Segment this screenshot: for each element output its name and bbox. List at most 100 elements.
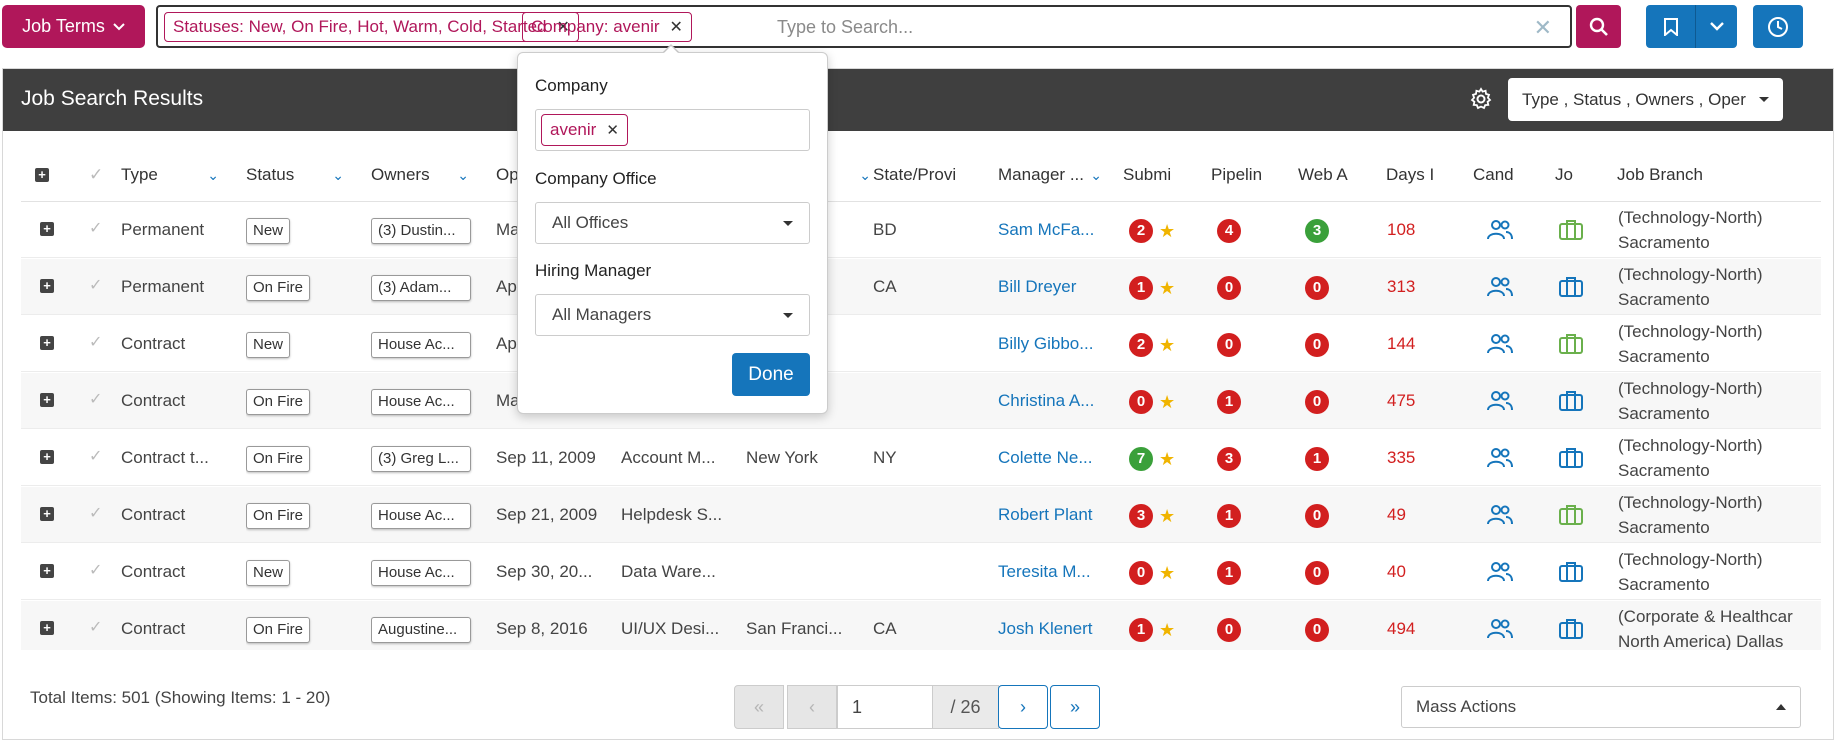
web-applicants-badge[interactable]: 0 bbox=[1305, 332, 1329, 357]
expand-row-icon[interactable]: + bbox=[40, 564, 54, 578]
first-page-button[interactable]: « bbox=[734, 685, 784, 729]
row-check-icon[interactable]: ✓ bbox=[89, 503, 102, 523]
job-briefcase-button[interactable] bbox=[1559, 259, 1589, 315]
company-office-select[interactable]: All Offices bbox=[535, 202, 810, 244]
column-header-web-applicants[interactable]: Web A bbox=[1298, 148, 1368, 202]
expand-row-icon[interactable]: + bbox=[40, 222, 54, 236]
pipeline-badge[interactable]: 1 bbox=[1217, 503, 1241, 528]
history-button[interactable] bbox=[1753, 5, 1803, 48]
company-filter-tag[interactable]: Company: avenir ✕ bbox=[522, 12, 692, 42]
table-row[interactable]: + ✓ Contract On Fire House Ac... Sep 21,… bbox=[21, 487, 1821, 543]
owner-badge[interactable]: (3) Dustin... bbox=[371, 217, 471, 244]
row-check-icon[interactable]: ✓ bbox=[89, 560, 102, 580]
mass-actions-dropdown[interactable]: Mass Actions bbox=[1401, 686, 1801, 728]
candidates-button[interactable] bbox=[1487, 601, 1517, 650]
submitted-badge[interactable]: 1 bbox=[1129, 275, 1153, 300]
expand-row-icon[interactable]: + bbox=[40, 507, 54, 521]
manager-link[interactable]: Christina A... bbox=[998, 373, 1108, 429]
candidates-button[interactable] bbox=[1487, 202, 1517, 258]
search-button[interactable] bbox=[1576, 5, 1621, 48]
candidates-button[interactable] bbox=[1487, 373, 1517, 429]
pipeline-badge[interactable]: 0 bbox=[1217, 617, 1241, 642]
search-box[interactable]: Statuses: New, On Fire, Hot, Warm, Cold,… bbox=[156, 5, 1572, 48]
prev-page-button[interactable]: ‹ bbox=[787, 685, 837, 729]
submitted-badge[interactable]: 7 bbox=[1129, 446, 1153, 471]
web-applicants-badge[interactable]: 0 bbox=[1305, 617, 1329, 642]
submitted-badge[interactable]: 1 bbox=[1129, 617, 1153, 642]
job-briefcase-button[interactable] bbox=[1559, 202, 1589, 258]
next-page-button[interactable]: › bbox=[998, 685, 1048, 729]
table-row[interactable]: + ✓ Contract New House Ac... Sep 30, 20.… bbox=[21, 544, 1821, 600]
pipeline-badge[interactable]: 0 bbox=[1217, 275, 1241, 300]
row-check-icon[interactable]: ✓ bbox=[89, 332, 102, 352]
settings-button[interactable] bbox=[1469, 87, 1493, 116]
bookmark-menu-button[interactable] bbox=[1695, 5, 1737, 48]
job-briefcase-button[interactable] bbox=[1559, 430, 1589, 486]
row-check-icon[interactable]: ✓ bbox=[89, 275, 102, 295]
search-input[interactable] bbox=[775, 13, 1375, 41]
manager-link[interactable]: Robert Plant bbox=[998, 487, 1113, 543]
candidates-button[interactable] bbox=[1487, 259, 1517, 315]
pipeline-badge[interactable]: 0 bbox=[1217, 332, 1241, 357]
column-header-pipeline[interactable]: Pipelin bbox=[1211, 148, 1281, 202]
candidates-button[interactable] bbox=[1487, 544, 1517, 600]
column-header-status[interactable]: Status ⌄ bbox=[246, 148, 354, 202]
row-check-icon[interactable]: ✓ bbox=[89, 617, 102, 637]
job-briefcase-button[interactable] bbox=[1559, 487, 1589, 543]
table-row[interactable]: + ✓ Permanent On Fire (3) Adam... Ap CA … bbox=[21, 259, 1821, 315]
remove-tag-icon[interactable]: ✕ bbox=[606, 121, 619, 139]
web-applicants-badge[interactable]: 0 bbox=[1305, 503, 1329, 528]
owner-badge[interactable]: (3) Greg L... bbox=[371, 445, 471, 472]
column-header-state[interactable]: State/Provi bbox=[873, 148, 978, 202]
row-check-icon[interactable]: ✓ bbox=[89, 218, 102, 238]
pipeline-badge[interactable]: 1 bbox=[1217, 560, 1241, 585]
page-number-input[interactable]: 1 bbox=[837, 685, 933, 729]
expand-row-icon[interactable]: + bbox=[40, 336, 54, 350]
column-header-type[interactable]: Type ⌄ bbox=[121, 148, 229, 202]
manager-link[interactable]: Bill Dreyer bbox=[998, 259, 1108, 315]
hiring-manager-select[interactable]: All Managers bbox=[535, 294, 810, 336]
expand-row-icon[interactable]: + bbox=[40, 279, 54, 293]
owner-badge[interactable]: House Ac... bbox=[371, 559, 471, 586]
table-row[interactable]: + ✓ Contract On Fire Augustine... Sep 8,… bbox=[21, 601, 1821, 650]
manager-link[interactable]: Josh Klenert bbox=[998, 601, 1113, 650]
column-header-candidates[interactable]: Cand bbox=[1473, 148, 1535, 202]
web-applicants-badge[interactable]: 1 bbox=[1305, 446, 1329, 471]
pipeline-badge[interactable]: 4 bbox=[1217, 218, 1241, 243]
column-header-city[interactable]: ⌄ bbox=[851, 148, 871, 202]
job-briefcase-button[interactable] bbox=[1559, 544, 1589, 600]
submitted-badge[interactable]: 3 bbox=[1129, 503, 1153, 528]
job-briefcase-button[interactable] bbox=[1559, 316, 1589, 372]
web-applicants-badge[interactable]: 0 bbox=[1305, 389, 1329, 414]
column-header-job-branch[interactable]: Job Branch bbox=[1617, 148, 1817, 202]
web-applicants-badge[interactable]: 3 bbox=[1305, 218, 1329, 243]
row-check-icon[interactable]: ✓ bbox=[89, 446, 102, 466]
column-header-jobs[interactable]: Jo bbox=[1555, 148, 1595, 202]
table-row[interactable]: + ✓ Contract On Fire House Ac... Ma Chri… bbox=[21, 373, 1821, 429]
status-filter-tag[interactable]: Statuses: New, On Fire, Hot, Warm, Cold,… bbox=[164, 12, 579, 42]
manager-link[interactable]: Colette Ne... bbox=[998, 430, 1108, 486]
clear-search-icon[interactable]: ✕ bbox=[1534, 15, 1552, 41]
last-page-button[interactable]: » bbox=[1050, 685, 1100, 729]
owner-badge[interactable]: House Ac... bbox=[371, 502, 471, 529]
column-header-days-open[interactable]: Days I bbox=[1386, 148, 1456, 202]
pipeline-badge[interactable]: 3 bbox=[1217, 446, 1241, 471]
columns-dropdown[interactable]: Type , Status , Owners , Oper bbox=[1508, 78, 1783, 121]
web-applicants-badge[interactable]: 0 bbox=[1305, 560, 1329, 585]
table-row[interactable]: + ✓ Contract t... On Fire (3) Greg L... … bbox=[21, 430, 1821, 486]
table-row[interactable]: + ✓ Contract New House Ac... Ap Billy Gi… bbox=[21, 316, 1821, 372]
submitted-badge[interactable]: 2 bbox=[1129, 218, 1153, 243]
owner-badge[interactable]: House Ac... bbox=[371, 388, 471, 415]
column-header-submitted[interactable]: Submi bbox=[1123, 148, 1193, 202]
submitted-badge[interactable]: 2 bbox=[1129, 332, 1153, 357]
done-button[interactable]: Done bbox=[732, 353, 810, 396]
job-terms-button[interactable]: Job Terms bbox=[2, 5, 145, 48]
web-applicants-badge[interactable]: 0 bbox=[1305, 275, 1329, 300]
submitted-badge[interactable]: 0 bbox=[1129, 389, 1153, 414]
company-input[interactable]: avenir ✕ bbox=[535, 109, 810, 151]
row-check-icon[interactable]: ✓ bbox=[89, 389, 102, 409]
company-tag[interactable]: avenir ✕ bbox=[541, 114, 628, 146]
column-header-owners[interactable]: Owners ⌄ bbox=[371, 148, 479, 202]
candidates-button[interactable] bbox=[1487, 316, 1517, 372]
manager-link[interactable]: Sam McFa... bbox=[998, 202, 1108, 258]
